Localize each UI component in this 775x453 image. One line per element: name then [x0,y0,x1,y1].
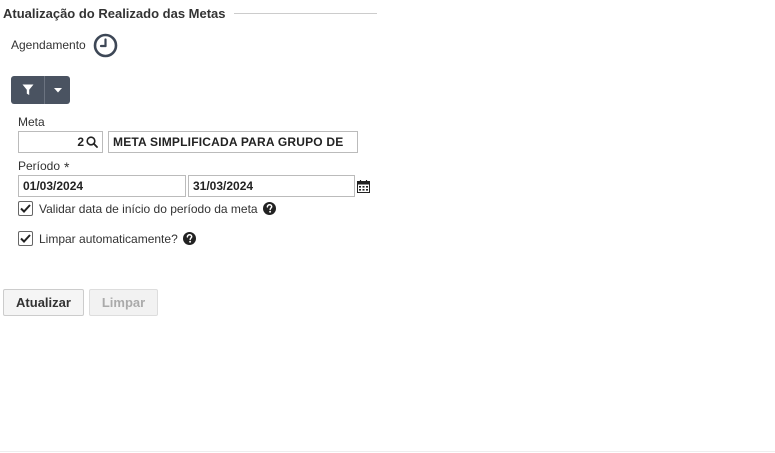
date-end-field[interactable]: 31/03/2024 [188,175,355,197]
search-icon[interactable] [86,136,98,148]
meta-description-field[interactable]: META SIMPLIFICADA PARA GRUPO DE [108,131,358,153]
clock-icon[interactable] [93,33,118,58]
date-end-value: 31/03/2024 [193,179,254,193]
validar-row: Validar data de início do período da met… [18,201,276,216]
filter-button-group [11,76,70,104]
filter-button[interactable] [11,76,44,104]
page-title: Atualização do Realizado das Metas [3,5,226,21]
header-divider [233,12,377,14]
required-marker: * [64,159,70,175]
meta-description-value: META SIMPLIFICADA PARA GRUPO DE [113,135,344,149]
meta-code-field[interactable]: 2 [18,131,103,153]
periodo-label-row: Período * [18,158,70,175]
limpar-checkbox[interactable] [18,231,33,246]
help-icon[interactable] [262,202,276,215]
schedule-label: Agendamento [11,38,86,52]
limpar-row: Limpar automaticamente? [18,231,196,246]
date-start-field[interactable]: 01/03/2024 [18,175,186,197]
checkmark-icon [20,234,31,243]
help-icon[interactable] [182,232,196,245]
filter-icon [22,84,33,95]
date-start-value: 01/03/2024 [23,179,84,193]
schedule-row: Agendamento [11,33,118,57]
caret-down-icon [53,87,62,92]
bottom-divider [0,451,775,452]
limpar-button: Limpar [89,289,158,316]
periodo-label: Período [18,159,61,173]
limpar-label: Limpar automaticamente? [39,231,178,246]
validar-label: Validar data de início do período da met… [39,201,258,216]
section-header: Atualização do Realizado das Metas [3,5,377,21]
validar-checkbox[interactable] [18,201,33,216]
filter-dropdown-toggle[interactable] [44,76,70,104]
meta-code-value: 2 [77,135,84,149]
meta-label: Meta [18,115,45,129]
checkmark-icon [20,204,31,213]
calendar-icon[interactable] [357,180,370,193]
atualizar-button[interactable]: Atualizar [3,289,84,316]
